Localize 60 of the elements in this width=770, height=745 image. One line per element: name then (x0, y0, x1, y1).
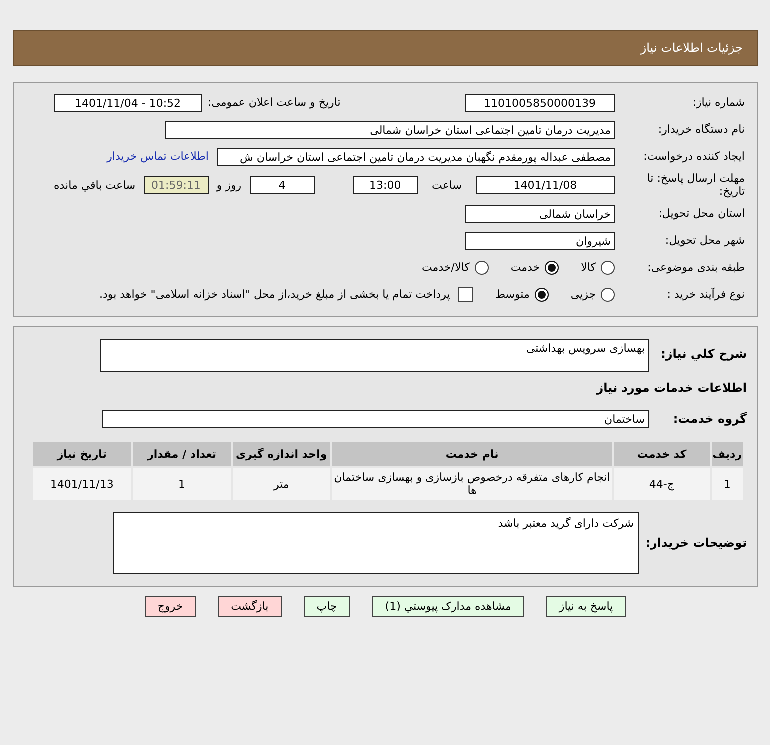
column-header: تاریخ نیاز (33, 442, 132, 466)
buyer-org-field: مدیریت درمان تامین اجتماعی استان خراسان شمالی (165, 120, 615, 138)
field-label: مهلت ارسال پاسخ: تا تاریخ: (646, 172, 745, 198)
column-header: تعداد / مقدار (133, 442, 231, 466)
field-label: ساعت باقي مانده (54, 178, 136, 192)
field-label: گروه خدمت: (672, 412, 747, 426)
section-heading: اطلاعات خدمات مورد نیاز (596, 380, 747, 394)
table-cell: انجام کارهای متفرقه درخصوص بازسازی و بهسازی ساختمان ها (332, 468, 612, 500)
need-number-field: 1101005850000139 (465, 94, 615, 112)
field-label: استان محل تحویل: (658, 207, 745, 220)
contact-link[interactable]: اطلاعات تماس خریدار (107, 150, 209, 163)
radio-button[interactable] (601, 288, 615, 302)
treasury-note: پرداخت تمام یا بخشی از مبلغ خرید،از محل "اسناد خزانه اسلامی" خواهد بود. (100, 288, 450, 301)
radio-button[interactable] (601, 260, 615, 274)
requester-field: مصطفی عبداله پورمقدم نگهبان مدیریت درمان تامین اجتماعی استان خراسان ش (217, 148, 615, 166)
column-header: نام خدمت (332, 442, 612, 466)
province-field: خراسان شمالی (465, 204, 615, 222)
announce-date-field: 1401/11/04 - 10:52 (54, 94, 202, 112)
city-field: شیروان (465, 232, 615, 250)
radio-label: کالا/خدمت (422, 261, 470, 274)
field-label: شرح کلي نیاز: (660, 347, 747, 361)
field-label: ساعت (432, 178, 462, 192)
radio-button[interactable] (534, 288, 549, 302)
radio-label: خدمت (510, 261, 540, 274)
days-field: 4 (250, 176, 315, 194)
table-cell: ج-44 (614, 468, 710, 500)
radio-label: متوسط (495, 288, 530, 301)
table-cell: 1 (133, 468, 231, 500)
remaining-time-field: 01:59:11 (144, 176, 209, 194)
action-button[interactable]: چاپ (304, 596, 350, 617)
deadline-time-field: 13:00 (352, 176, 418, 194)
field-label: توضیحات خریدار: (647, 536, 747, 550)
field-label: شهر محل تحویل: (664, 234, 745, 247)
service-group-field: ساختمان (102, 410, 649, 428)
column-header: ردیف (712, 442, 743, 466)
field-label: شماره نیاز: (692, 96, 745, 109)
field-label: روز و (216, 178, 242, 192)
radio-label: جزیی (570, 288, 596, 301)
field-label: نوع فرآیند خرید : (666, 288, 745, 301)
field-label: تاریخ و ساعت اعلان عمومی: (208, 96, 341, 109)
table-cell: 1 (712, 468, 743, 500)
field-label: طبقه بندی موضوعی: (646, 261, 745, 274)
radio-button[interactable] (474, 260, 489, 274)
radio-button[interactable] (545, 260, 560, 274)
field-label: ایجاد کننده درخواست: (642, 150, 745, 163)
deadline-date-field: 1401/11/08 (476, 176, 615, 194)
column-header: کد خدمت (614, 442, 710, 466)
action-button[interactable]: پاسخ به نیاز (546, 596, 626, 617)
summary-field: بهسازی سرویس بهداشتی (100, 339, 649, 372)
radio-label: کالا (581, 261, 596, 274)
treasury-checkbox[interactable] (458, 287, 474, 302)
page-title: جزئیات اطلاعات نیاز (640, 41, 743, 55)
table-cell: 1401/11/13 (33, 468, 132, 500)
field-label: نام دستگاه خریدار: (657, 123, 745, 136)
action-button[interactable]: مشاهده مدارک پیوستي (1) (372, 596, 524, 617)
table-cell: متر (232, 468, 330, 500)
column-header: واحد اندازه گیری (232, 442, 330, 466)
buyer-notes-field: شرکت دارای گرید معتبر باشد (113, 512, 639, 574)
action-button[interactable]: خروج (144, 596, 196, 617)
action-button[interactable]: بازگشت (218, 596, 282, 617)
